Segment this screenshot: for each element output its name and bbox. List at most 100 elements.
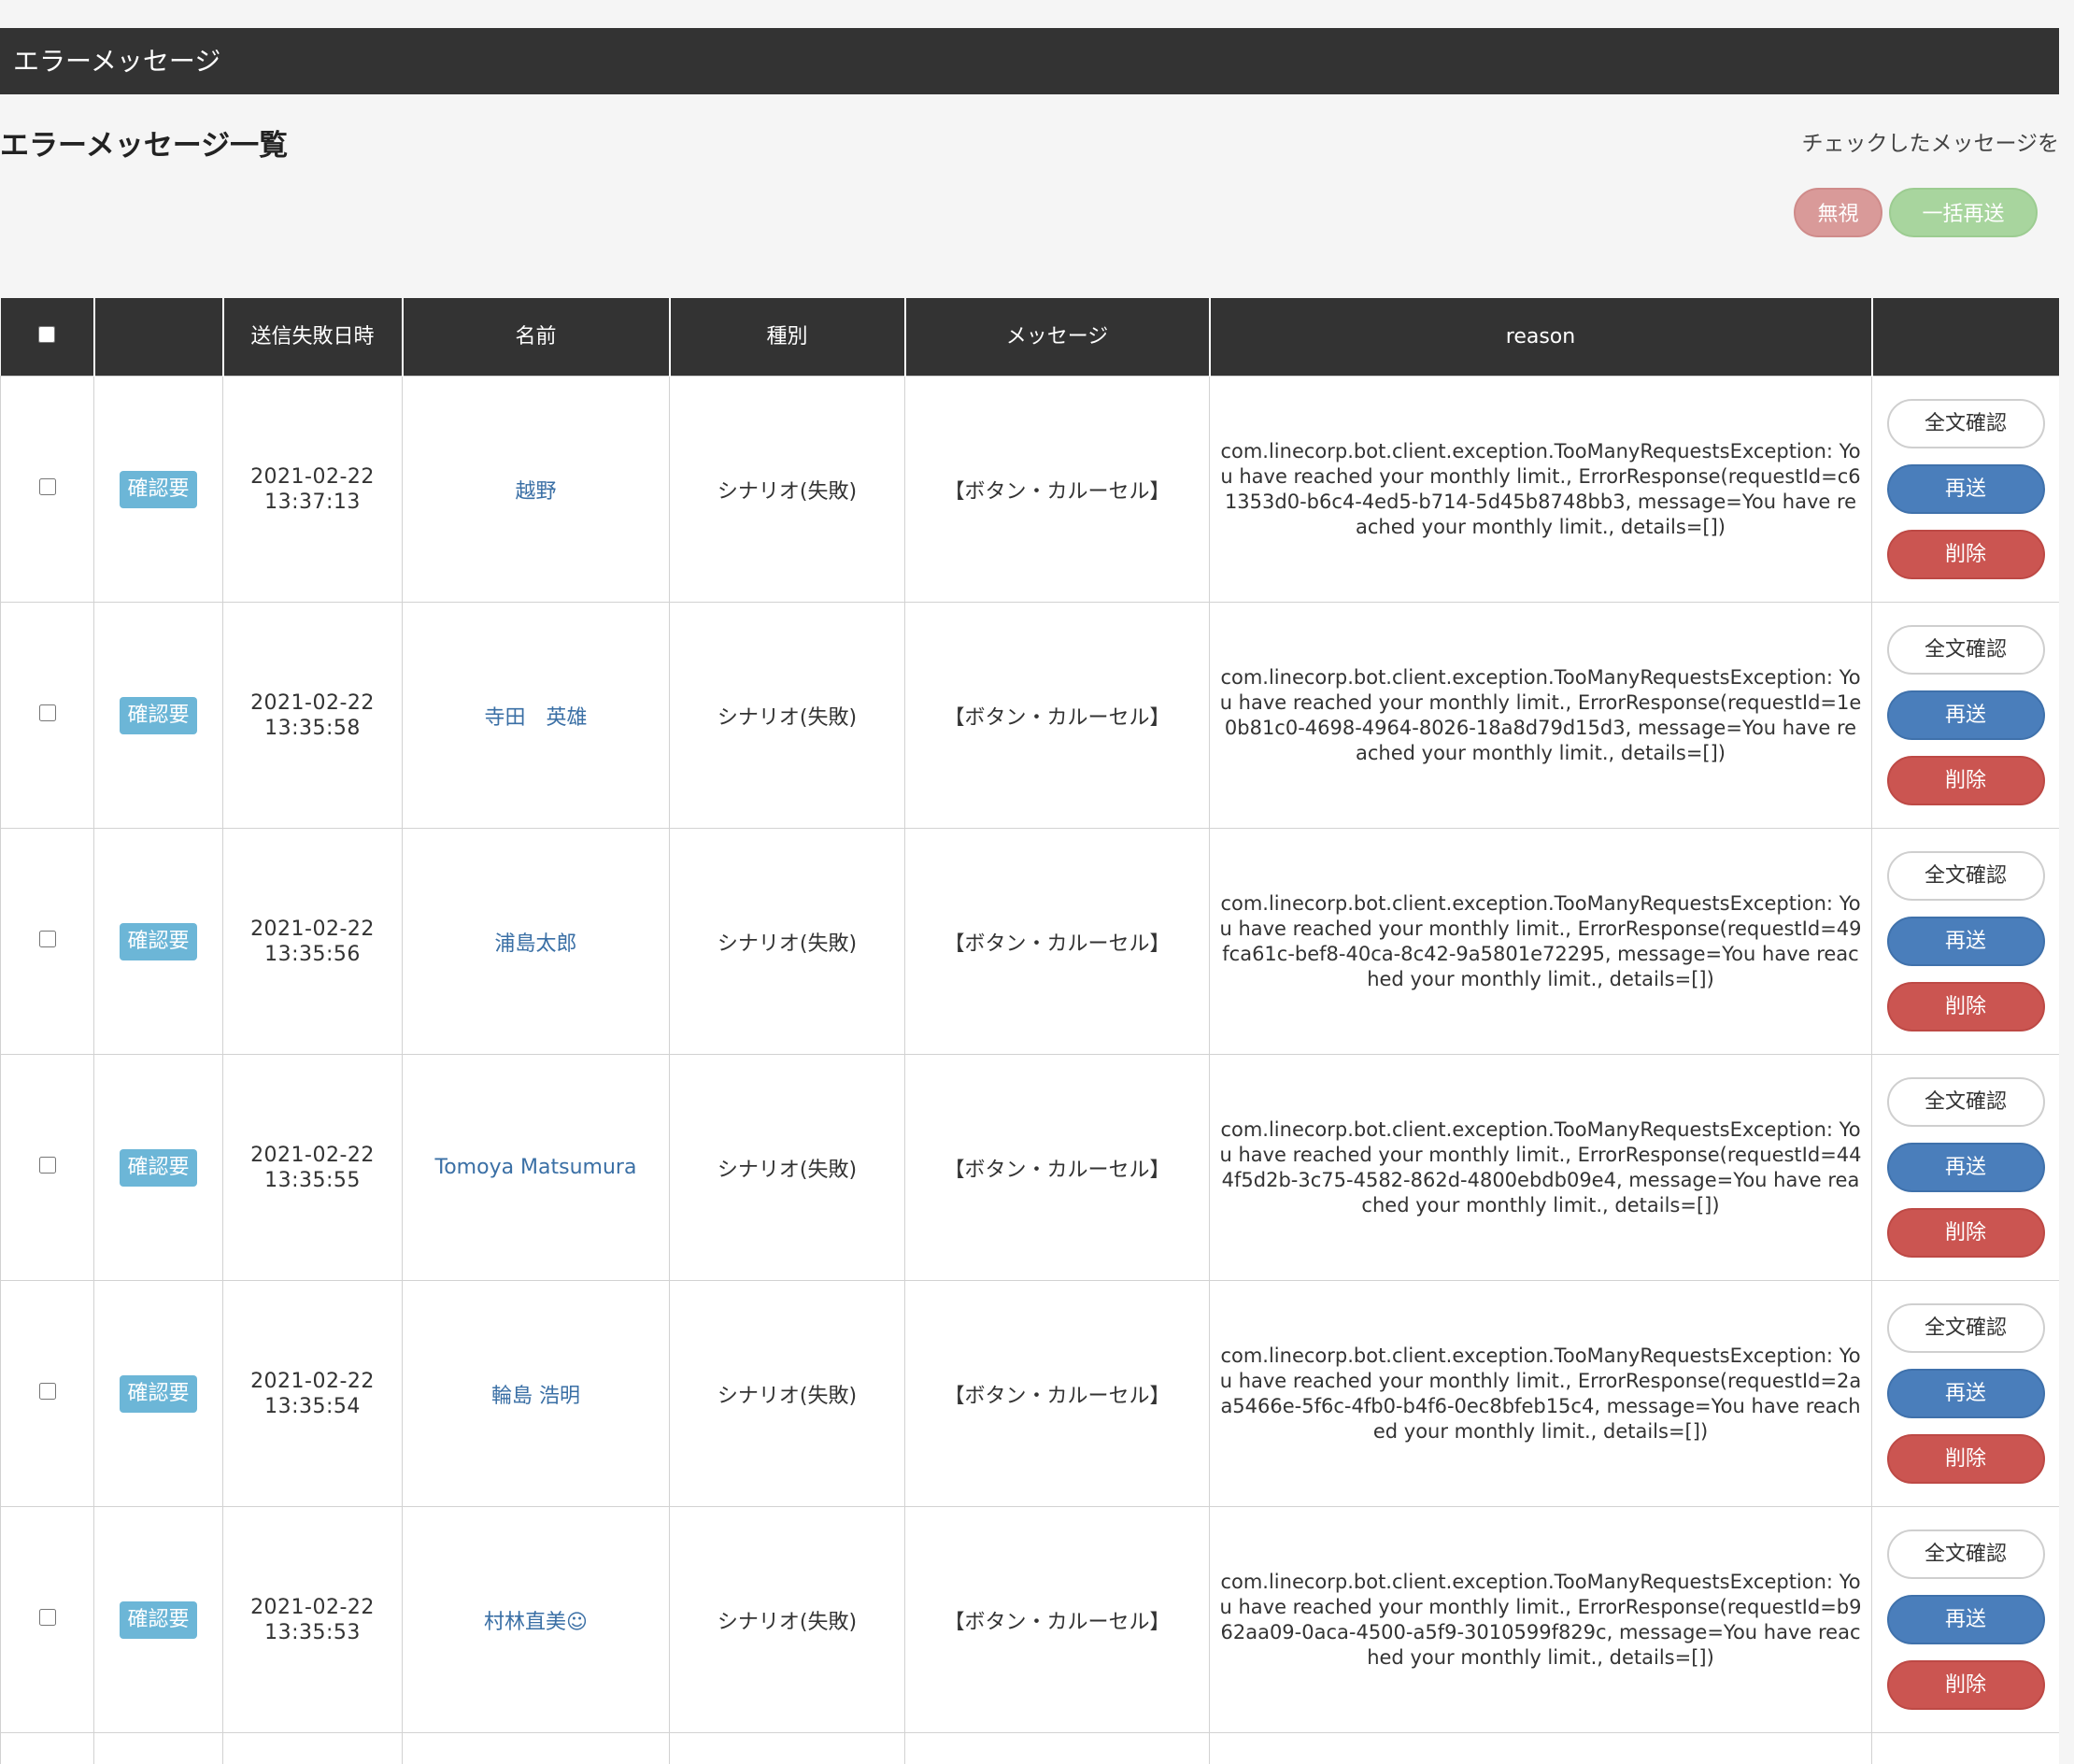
failed-time: 13:35:58	[264, 716, 361, 740]
type-cell	[669, 1732, 905, 1764]
reason-cell: com.linecorp.bot.client.exception.TooMan…	[1209, 1506, 1872, 1733]
full-text-button[interactable]: 全文確認	[1886, 1077, 2045, 1127]
full-text-button[interactable]: 全文確認	[1886, 1529, 2045, 1579]
list-heading: エラーメッセージ一覧	[0, 129, 289, 163]
delete-button[interactable]: 削除	[1886, 756, 2045, 805]
row-checkbox[interactable]	[38, 931, 56, 947]
full-text-button[interactable]: 全文確認	[1886, 625, 2045, 675]
failed-time: 13:35:55	[264, 1168, 361, 1192]
name-cell: 輪島 浩明	[402, 1280, 670, 1507]
reason-text: com.linecorp.bot.client.exception.TooMan…	[1219, 1344, 1862, 1443]
resend-button[interactable]: 再送	[1886, 917, 2045, 966]
delete-button[interactable]: 削除	[1886, 1434, 2045, 1484]
actions-cell	[1871, 1732, 2059, 1764]
row-checkbox[interactable]	[38, 704, 56, 721]
actions-cell: 全文確認 再送 削除	[1871, 1054, 2059, 1281]
status-cell: 確認要	[93, 1280, 223, 1507]
type-cell: シナリオ(失敗)	[669, 1054, 905, 1281]
error-message-table: 送信失敗日時 名前 種別 メッセージ reason 確認要 2021-02-22…	[0, 298, 2059, 1764]
resend-button[interactable]: 再送	[1886, 1369, 2045, 1418]
status-badge[interactable]: 確認要	[120, 1600, 197, 1639]
header-reason: reason	[1208, 298, 1872, 377]
type-cell: シナリオ(失敗)	[669, 602, 905, 829]
name-cell	[402, 1732, 670, 1764]
status-badge[interactable]: 確認要	[120, 1374, 197, 1413]
table-row: 確認要 2021-02-22 13:35:53 村林直美☺ シナリオ(失敗) 【…	[0, 1506, 2059, 1733]
table-header-row: 送信失敗日時 名前 種別 メッセージ reason	[0, 298, 2059, 377]
reason-cell: com.linecorp.bot.client.exception.TooMan…	[1209, 828, 1872, 1055]
user-name-link[interactable]: 輪島 浩明	[491, 1385, 580, 1408]
page-title-bar: エラーメッセージ	[0, 28, 2059, 94]
row-checkbox[interactable]	[38, 1383, 56, 1400]
select-all-checkbox[interactable]	[38, 326, 55, 343]
message-cell: 【ボタン・カルーセル】	[904, 828, 1210, 1055]
failed-at-cell	[222, 1732, 403, 1764]
message-cell: 【ボタン・カルーセル】	[904, 1506, 1210, 1733]
status-badge[interactable]: 確認要	[120, 922, 197, 960]
failed-time: 13:35:53	[264, 1620, 361, 1644]
row-checkbox[interactable]	[38, 478, 56, 495]
delete-button[interactable]: 削除	[1886, 982, 2045, 1031]
header-name: 名前	[401, 298, 670, 377]
bulk-resend-button[interactable]: 一括再送	[1889, 188, 2038, 237]
reason-text: com.linecorp.bot.client.exception.TooMan…	[1219, 1117, 1862, 1216]
status-cell: 確認要	[93, 1054, 223, 1281]
status-cell: 確認要	[93, 1506, 223, 1733]
reason-cell: com.linecorp.bot.client.exception.TooMan…	[1209, 1054, 1872, 1281]
failed-at-cell: 2021-02-22 13:35:53	[222, 1506, 403, 1733]
name-cell: 寺田 英雄	[402, 602, 670, 829]
resend-button[interactable]: 再送	[1886, 464, 2045, 514]
user-name-link[interactable]: 越野	[515, 480, 556, 504]
message-cell: 【ボタン・カルーセル】	[904, 1054, 1210, 1281]
user-name-link[interactable]: 浦島太郎	[494, 932, 576, 956]
name-cell: 村林直美☺	[402, 1506, 670, 1733]
user-name-link[interactable]: 寺田 英雄	[484, 706, 587, 730]
status-badge[interactable]: 確認要	[120, 470, 197, 508]
row-checkbox[interactable]	[38, 1157, 56, 1174]
reason-text: com.linecorp.bot.client.exception.TooMan…	[1219, 1570, 1862, 1669]
status-badge[interactable]: 確認要	[120, 1148, 197, 1187]
delete-button[interactable]: 削除	[1886, 1660, 2045, 1710]
full-text-button[interactable]: 全文確認	[1886, 851, 2045, 901]
status-cell	[93, 1732, 223, 1764]
header-type: 種別	[668, 298, 905, 377]
failed-at-cell: 2021-02-22 13:35:58	[222, 602, 403, 829]
failed-date: 2021-02-22	[250, 690, 375, 715]
header-message: メッセージ	[903, 298, 1210, 377]
message-cell: 【ボタン・カルーセル】	[904, 602, 1210, 829]
ignore-button[interactable]: 無視	[1794, 188, 1882, 237]
reason-text: com.linecorp.bot.client.exception.TooMan…	[1220, 439, 1861, 538]
reason-text: com.linecorp.bot.client.exception.TooMan…	[1219, 665, 1862, 764]
type-cell: シナリオ(失敗)	[669, 828, 905, 1055]
actions-cell: 全文確認 再送 削除	[1871, 1280, 2059, 1507]
row-select-cell	[0, 376, 94, 603]
table-row-partial	[0, 1732, 2059, 1764]
full-text-button[interactable]: 全文確認	[1886, 399, 2045, 448]
row-checkbox[interactable]	[38, 1609, 56, 1626]
actions-cell: 全文確認 再送 削除	[1871, 376, 2059, 603]
row-select-cell	[0, 1054, 94, 1281]
status-badge[interactable]: 確認要	[120, 696, 197, 734]
type-cell: シナリオ(失敗)	[669, 376, 905, 603]
status-cell: 確認要	[93, 602, 223, 829]
actions-cell: 全文確認 再送 削除	[1871, 1506, 2059, 1733]
row-select-cell	[0, 1280, 94, 1507]
failed-date: 2021-02-22	[250, 1369, 375, 1393]
delete-button[interactable]: 削除	[1886, 1208, 2045, 1258]
user-name-link[interactable]: Tomoya Matsumura	[435, 1156, 637, 1179]
table-row: 確認要 2021-02-22 13:35:58 寺田 英雄 シナリオ(失敗) 【…	[0, 602, 2059, 829]
delete-button[interactable]: 削除	[1886, 530, 2045, 579]
header-status	[92, 298, 223, 377]
failed-time: 13:35:54	[264, 1394, 361, 1418]
actions-cell: 全文確認 再送 削除	[1871, 602, 2059, 829]
user-name-link[interactable]: 村林直美☺	[484, 1611, 588, 1634]
table-row: 確認要 2021-02-22 13:35:54 輪島 浩明 シナリオ(失敗) 【…	[0, 1280, 2059, 1507]
header-select-all	[0, 298, 94, 377]
resend-button[interactable]: 再送	[1886, 690, 2045, 740]
header-actions	[1870, 298, 2059, 377]
full-text-button[interactable]: 全文確認	[1886, 1303, 2045, 1353]
type-cell: シナリオ(失敗)	[669, 1280, 905, 1507]
resend-button[interactable]: 再送	[1886, 1595, 2045, 1644]
reason-text: com.linecorp.bot.client.exception.TooMan…	[1219, 891, 1862, 990]
resend-button[interactable]: 再送	[1886, 1143, 2045, 1192]
